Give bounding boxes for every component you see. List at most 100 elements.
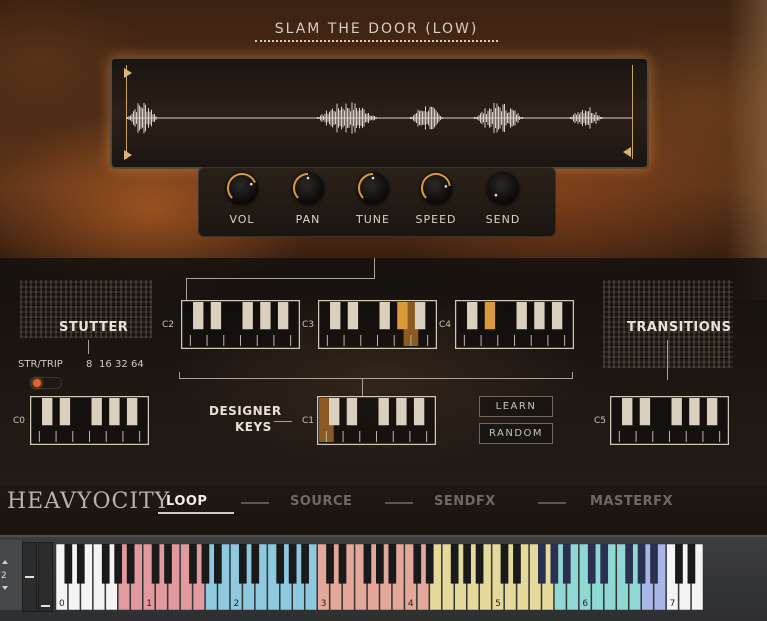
keyboard-c4[interactable] bbox=[455, 300, 574, 349]
host-black-key[interactable] bbox=[550, 544, 559, 584]
black-key[interactable] bbox=[330, 302, 341, 330]
host-black-key[interactable] bbox=[214, 544, 222, 584]
black-key[interactable] bbox=[42, 398, 53, 426]
black-key[interactable] bbox=[91, 398, 102, 426]
black-key[interactable] bbox=[639, 398, 651, 426]
host-black-key[interactable] bbox=[151, 544, 160, 584]
host-black-key[interactable] bbox=[538, 544, 546, 584]
black-key[interactable] bbox=[622, 398, 633, 426]
black-key[interactable] bbox=[277, 302, 289, 330]
keyboard-c0[interactable] bbox=[30, 396, 149, 445]
host-black-key[interactable] bbox=[114, 544, 123, 584]
tab-masterfx[interactable]: MASTERFX bbox=[590, 494, 673, 509]
host-black-key[interactable] bbox=[326, 544, 334, 584]
black-key[interactable] bbox=[516, 302, 527, 330]
black-key[interactable] bbox=[689, 398, 700, 426]
host-black-key[interactable] bbox=[600, 544, 609, 584]
tab-sendfx[interactable]: SENDFX bbox=[434, 494, 496, 509]
knob-pan[interactable] bbox=[292, 172, 324, 204]
host-black-key[interactable] bbox=[675, 544, 683, 584]
keyboard-c1[interactable] bbox=[317, 396, 436, 445]
knob-vol[interactable] bbox=[226, 172, 258, 204]
black-key[interactable] bbox=[379, 302, 390, 330]
arrow-up-icon[interactable] bbox=[2, 560, 8, 564]
host-piano-keyboard[interactable]: 012345678 bbox=[56, 544, 704, 610]
host-black-key[interactable] bbox=[301, 544, 309, 584]
black-key[interactable] bbox=[551, 302, 563, 330]
black-key[interactable] bbox=[260, 302, 271, 330]
black-key[interactable] bbox=[671, 398, 682, 426]
black-key[interactable] bbox=[210, 302, 222, 330]
host-black-key[interactable] bbox=[238, 544, 247, 584]
black-key[interactable] bbox=[706, 398, 718, 426]
tab-source[interactable]: SOURCE bbox=[290, 494, 352, 509]
host-black-key[interactable] bbox=[189, 544, 197, 584]
stutter-div-32[interactable]: 32 bbox=[115, 359, 128, 370]
black-key[interactable] bbox=[467, 302, 478, 330]
waveform-slice bbox=[522, 117, 523, 119]
host-black-key[interactable] bbox=[388, 544, 397, 584]
black-key[interactable] bbox=[397, 302, 408, 330]
host-black-key[interactable] bbox=[650, 544, 658, 584]
knob-tune[interactable] bbox=[357, 172, 389, 204]
black-key[interactable] bbox=[109, 398, 120, 426]
host-black-key[interactable] bbox=[687, 544, 696, 584]
host-black-key[interactable] bbox=[562, 544, 571, 584]
host-black-key[interactable] bbox=[376, 544, 384, 584]
host-black-key[interactable] bbox=[201, 544, 210, 584]
keyboard-c2[interactable] bbox=[181, 300, 300, 349]
sample-end-marker[interactable] bbox=[623, 147, 631, 157]
host-black-key[interactable] bbox=[276, 544, 285, 584]
mod-wheel[interactable] bbox=[38, 542, 53, 612]
host-black-key[interactable] bbox=[425, 544, 434, 584]
black-key[interactable] bbox=[484, 302, 496, 330]
host-black-key[interactable] bbox=[338, 544, 347, 584]
host-black-key[interactable] bbox=[475, 544, 484, 584]
sample-title[interactable]: SLAM THE DOOR (LOW) bbox=[255, 21, 498, 37]
black-key[interactable] bbox=[126, 398, 138, 426]
knob-send[interactable] bbox=[487, 172, 519, 204]
host-black-key[interactable] bbox=[413, 544, 422, 584]
black-key[interactable] bbox=[378, 398, 389, 426]
stutter-div-8[interactable]: 8 bbox=[86, 359, 92, 370]
keyboard-c3[interactable] bbox=[318, 300, 437, 349]
host-black-key[interactable] bbox=[126, 544, 135, 584]
host-black-key[interactable] bbox=[587, 544, 596, 584]
loop-start-marker[interactable] bbox=[124, 68, 132, 78]
black-key[interactable] bbox=[346, 398, 358, 426]
host-black-key[interactable] bbox=[251, 544, 260, 584]
black-key[interactable] bbox=[329, 398, 340, 426]
host-black-key[interactable] bbox=[164, 544, 172, 584]
host-black-key[interactable] bbox=[101, 544, 110, 584]
black-key[interactable] bbox=[534, 302, 545, 330]
pitch-wheel[interactable] bbox=[22, 542, 37, 612]
black-key[interactable] bbox=[59, 398, 71, 426]
learn-button[interactable]: LEARN bbox=[479, 396, 553, 417]
host-black-key[interactable] bbox=[463, 544, 471, 584]
waveform-display[interactable] bbox=[110, 57, 649, 169]
black-key[interactable] bbox=[242, 302, 253, 330]
sample-start-marker[interactable] bbox=[124, 150, 132, 160]
host-black-key[interactable] bbox=[450, 544, 459, 584]
host-black-key[interactable] bbox=[64, 544, 73, 584]
stutter-mode-toggle[interactable] bbox=[30, 377, 62, 389]
host-black-key[interactable] bbox=[625, 544, 633, 584]
knob-speed[interactable] bbox=[420, 172, 452, 204]
keyboard-c5[interactable] bbox=[610, 396, 729, 445]
host-black-key[interactable] bbox=[288, 544, 297, 584]
black-key[interactable] bbox=[413, 398, 425, 426]
black-key[interactable] bbox=[193, 302, 204, 330]
black-key[interactable] bbox=[347, 302, 359, 330]
host-black-key[interactable] bbox=[500, 544, 509, 584]
black-key[interactable] bbox=[414, 302, 426, 330]
stutter-div-16[interactable]: 16 bbox=[99, 359, 112, 370]
host-black-key[interactable] bbox=[513, 544, 521, 584]
arrow-down-icon[interactable] bbox=[2, 586, 8, 590]
host-black-key[interactable] bbox=[363, 544, 372, 584]
tab-loop[interactable]: LOOP bbox=[166, 494, 207, 509]
random-button[interactable]: RANDOM bbox=[479, 423, 553, 444]
stutter-div-64[interactable]: 64 bbox=[131, 359, 144, 370]
black-key[interactable] bbox=[396, 398, 407, 426]
host-black-key[interactable] bbox=[76, 544, 85, 584]
host-black-key[interactable] bbox=[637, 544, 646, 584]
